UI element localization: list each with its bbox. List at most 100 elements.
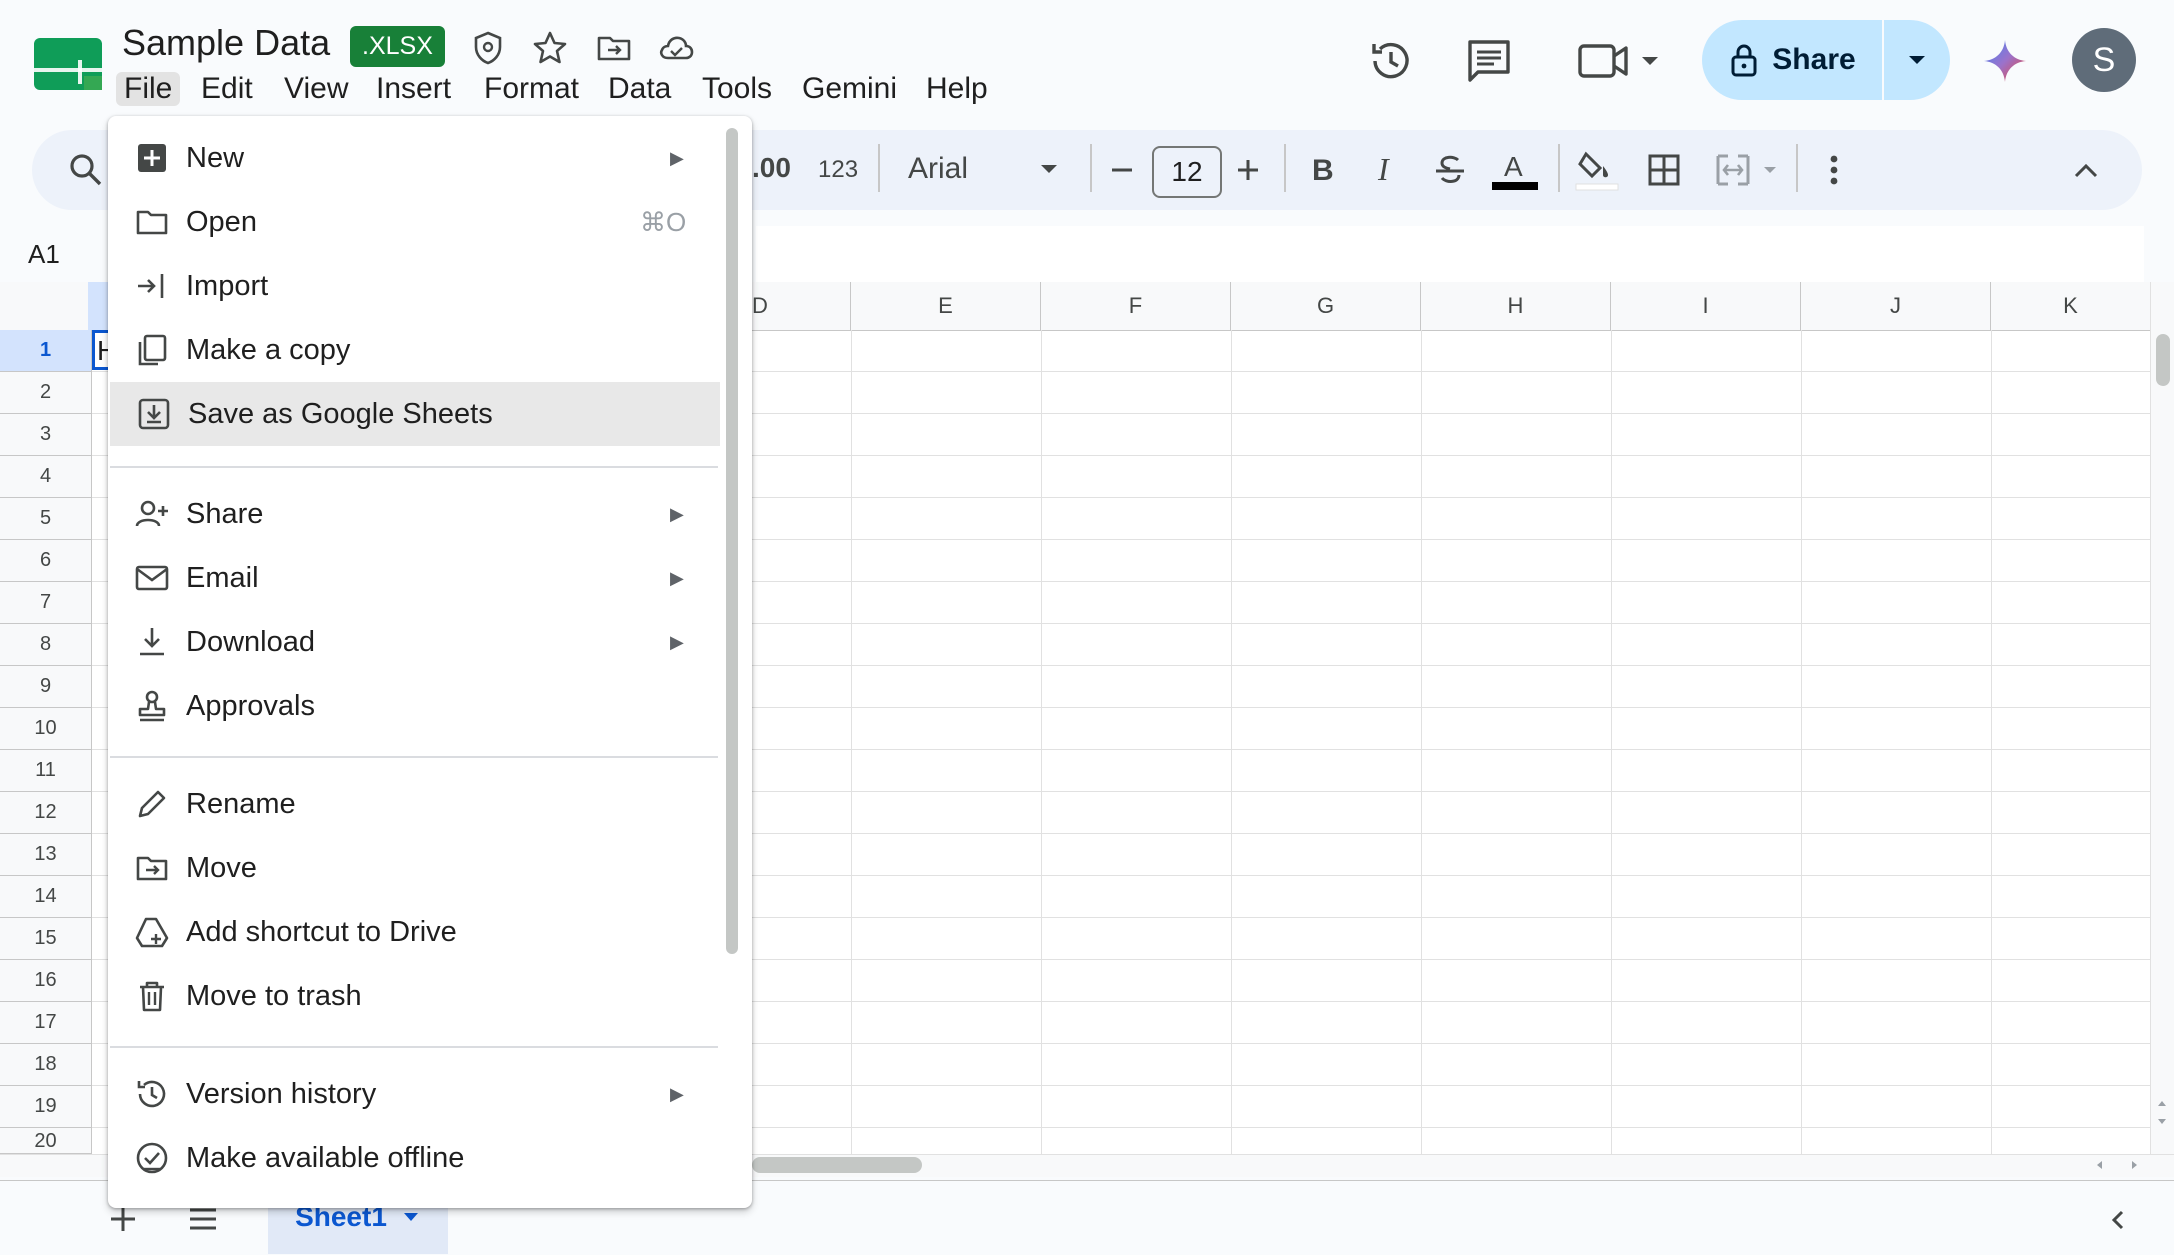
- file-menu-move-to-trash[interactable]: Move to trash: [108, 964, 720, 1028]
- row-header-15[interactable]: 15: [0, 918, 92, 960]
- menu-scrollbar[interactable]: [726, 128, 738, 954]
- row-header-7[interactable]: 7: [0, 582, 92, 624]
- document-title[interactable]: Sample Data: [122, 22, 330, 64]
- row-header-19[interactable]: 19: [0, 1086, 92, 1128]
- share-dropdown-button[interactable]: [1884, 20, 1950, 100]
- font-size-input[interactable]: 12: [1152, 146, 1222, 198]
- menu-view[interactable]: View: [276, 72, 356, 106]
- column-header-g[interactable]: G: [1231, 282, 1421, 330]
- column-header-h[interactable]: H: [1421, 282, 1611, 330]
- row-header-13[interactable]: 13: [0, 834, 92, 876]
- grid-vline: [1041, 330, 1042, 1154]
- decrease-font-size-icon[interactable]: [1108, 156, 1136, 184]
- folder-move-icon[interactable]: [594, 28, 634, 68]
- row-header-9[interactable]: 9: [0, 666, 92, 708]
- menu-file[interactable]: File: [116, 72, 181, 106]
- select-all-corner[interactable]: [0, 282, 92, 330]
- formula-input[interactable]: [756, 226, 2144, 282]
- file-menu-download[interactable]: Download ▶: [108, 610, 720, 674]
- strikethrough-icon[interactable]: [1432, 150, 1468, 190]
- vertical-scrollbar[interactable]: [2150, 282, 2174, 1154]
- menu-tools[interactable]: Tools: [694, 72, 780, 106]
- gemini-sparkle-icon[interactable]: [1982, 38, 2028, 84]
- search-menus-icon[interactable]: [66, 150, 106, 190]
- row-header-16[interactable]: 16: [0, 960, 92, 1002]
- row-header-4[interactable]: 4: [0, 456, 92, 498]
- bold-icon[interactable]: B: [1306, 152, 1338, 188]
- svg-text:B: B: [1312, 154, 1334, 187]
- collapse-toolbar-icon[interactable]: [2070, 156, 2102, 184]
- more-formats-button[interactable]: 123: [818, 156, 858, 184]
- star-icon[interactable]: [530, 28, 570, 68]
- increase-decimal-button[interactable]: .00: [752, 152, 791, 184]
- file-menu-make-copy[interactable]: Make a copy: [108, 318, 720, 382]
- menu-item-label: Share: [186, 497, 264, 530]
- column-header-e[interactable]: E: [851, 282, 1041, 330]
- fill-color-icon[interactable]: [1572, 144, 1622, 194]
- more-options-icon[interactable]: [1820, 152, 1848, 188]
- file-menu-move[interactable]: Move: [108, 836, 720, 900]
- increase-font-size-icon[interactable]: [1234, 156, 1262, 184]
- horizontal-scroll-thumb[interactable]: [752, 1157, 922, 1173]
- file-menu: New ▶ Open ⌘O Import Make a copy Save as…: [108, 116, 752, 1208]
- menu-separator: [110, 1046, 718, 1048]
- file-menu-email[interactable]: Email ▶: [108, 546, 720, 610]
- row-header-2[interactable]: 2: [0, 372, 92, 414]
- menu-format[interactable]: Format: [476, 72, 587, 106]
- column-header-k[interactable]: K: [1991, 282, 2151, 330]
- cloud-status-icon[interactable]: [656, 28, 696, 68]
- row-header-11[interactable]: 11: [0, 750, 92, 792]
- file-menu-version-history[interactable]: Version history ▶: [108, 1062, 720, 1126]
- column-header-j[interactable]: J: [1801, 282, 1991, 330]
- column-a-header-selected[interactable]: [88, 282, 108, 330]
- file-menu-save-as-google-sheets[interactable]: Save as Google Sheets: [110, 382, 720, 446]
- share-button[interactable]: Share: [1702, 20, 1882, 100]
- borders-icon[interactable]: [1646, 152, 1682, 188]
- merge-cells-icon[interactable]: [1714, 150, 1784, 190]
- row-header-5[interactable]: 5: [0, 498, 92, 540]
- file-menu-new[interactable]: New ▶: [108, 126, 720, 190]
- italic-icon[interactable]: I: [1370, 152, 1402, 188]
- file-menu-rename[interactable]: Rename: [108, 772, 720, 836]
- text-color-icon[interactable]: A: [1490, 146, 1540, 192]
- column-header-f[interactable]: F: [1041, 282, 1231, 330]
- row-header-18[interactable]: 18: [0, 1044, 92, 1086]
- row-header-6[interactable]: 6: [0, 540, 92, 582]
- file-menu-import[interactable]: Import: [108, 254, 720, 318]
- row-header-3[interactable]: 3: [0, 414, 92, 456]
- row-header-17[interactable]: 17: [0, 1002, 92, 1044]
- file-menu-open[interactable]: Open ⌘O: [108, 190, 720, 254]
- scroll-arrows-icon[interactable]: [2152, 1092, 2172, 1132]
- menu-insert[interactable]: Insert: [368, 72, 459, 106]
- file-menu-approvals[interactable]: Approvals: [108, 674, 720, 738]
- row-header-8[interactable]: 8: [0, 624, 92, 666]
- history-icon[interactable]: [1364, 34, 1418, 88]
- file-menu-make-available-offline[interactable]: Make available offline: [108, 1126, 720, 1190]
- comments-icon[interactable]: [1462, 34, 1516, 88]
- file-menu-add-shortcut[interactable]: Add shortcut to Drive: [108, 900, 720, 964]
- name-box[interactable]: A1: [0, 232, 108, 276]
- font-family-select[interactable]: Arial: [908, 152, 968, 186]
- row-header-10[interactable]: 10: [0, 708, 92, 750]
- menu-edit[interactable]: Edit: [193, 72, 261, 106]
- vertical-scroll-thumb[interactable]: [2156, 334, 2170, 386]
- row-header-1[interactable]: 1: [0, 330, 92, 372]
- hscroll-arrows-icon[interactable]: [2088, 1156, 2148, 1174]
- menu-data[interactable]: Data: [600, 72, 679, 106]
- caret-down-icon[interactable]: [1038, 162, 1060, 176]
- sheets-logo-icon[interactable]: [34, 38, 102, 90]
- row-header-12[interactable]: 12: [0, 792, 92, 834]
- menu-help[interactable]: Help: [918, 72, 996, 106]
- column-header-d[interactable]: D: [752, 282, 851, 330]
- chevron-left-icon[interactable]: [2104, 1206, 2132, 1234]
- row-header-20[interactable]: 20: [0, 1128, 92, 1154]
- all-sheets-menu-icon[interactable]: [186, 1204, 220, 1234]
- file-menu-share[interactable]: Share ▶: [108, 482, 720, 546]
- meet-video-icon[interactable]: [1574, 36, 1670, 86]
- account-avatar[interactable]: S: [2072, 28, 2136, 92]
- column-header-i[interactable]: I: [1611, 282, 1801, 330]
- toolbar-divider: [1796, 144, 1798, 192]
- row-header-14[interactable]: 14: [0, 876, 92, 918]
- menu-gemini[interactable]: Gemini: [794, 72, 905, 106]
- shield-icon[interactable]: [468, 28, 508, 68]
